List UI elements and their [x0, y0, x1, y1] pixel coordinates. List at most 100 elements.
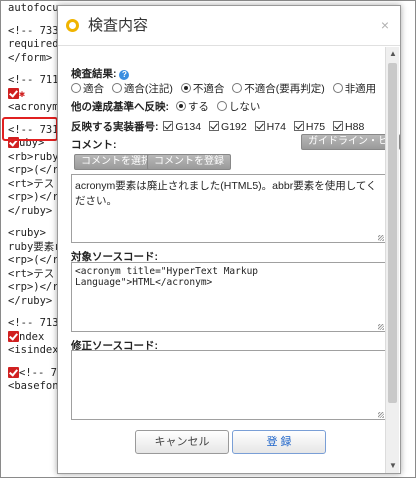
source-line: [8, 308, 62, 317]
close-icon[interactable]: ×: [378, 18, 392, 32]
source-line: <!-- 7331[: [8, 24, 62, 37]
checkbox-label: H88: [345, 121, 365, 133]
radio-label: 非適用: [344, 83, 377, 95]
source-code-textarea[interactable]: <acronym title="HyperText Markup Languag…: [71, 262, 386, 332]
radio-label: する: [187, 101, 209, 113]
checkbox-label: G134: [175, 121, 202, 133]
source-view-background: autofocus <!-- 7331[ required属 </form> <…: [2, 2, 62, 476]
checkbox-g134[interactable]: G134: [163, 121, 201, 133]
issue-marker-row: ndex: [8, 330, 62, 345]
result-radio-group: 適合 適合(注記) 不適合 不適合(要再判定) 非適用: [71, 81, 381, 96]
comment-label-row: コメント:: [71, 137, 117, 152]
resize-grip-icon[interactable]: [378, 235, 384, 241]
issue-marker-row: ✱: [8, 87, 62, 102]
selected-source-highlight: [2, 117, 58, 141]
help-icon[interactable]: ?: [119, 70, 130, 80]
source-line: ruby要素rt: [8, 240, 62, 253]
radio-button[interactable]: [111, 83, 122, 93]
radio-button-selected[interactable]: [175, 101, 186, 111]
scroll-down-icon[interactable]: ▼: [386, 459, 400, 473]
checkbox-h75[interactable]: H75: [293, 121, 326, 133]
source-line: [8, 218, 62, 227]
submit-button[interactable]: 登 録: [232, 430, 326, 454]
cancel-button[interactable]: キャンセル: [135, 430, 229, 454]
source-line: </ruby>: [8, 294, 53, 307]
comment-textarea[interactable]: acronym要素は廃止されました(HTML5)。abbr要素を使用してください…: [71, 174, 386, 243]
register-comment-button[interactable]: コメントを登録: [147, 154, 231, 170]
source-code-text: <acronym title="HyperText Markup Languag…: [75, 266, 259, 288]
result-label-row: 検査結果: ?: [71, 66, 130, 81]
source-line: [8, 16, 62, 25]
source-line: <rp>(</rp: [8, 254, 62, 266]
checkbox-label: G192: [221, 121, 247, 133]
radio-option-yes[interactable]: する: [175, 101, 209, 113]
radio-button[interactable]: [232, 83, 243, 93]
source-line: autofocus: [8, 2, 62, 14]
issue-star-icon: ✱: [19, 88, 26, 100]
radio-button[interactable]: [332, 83, 343, 93]
source-line: <!-- 7111 H: [8, 74, 62, 86]
scroll-up-icon[interactable]: ▲: [386, 47, 400, 61]
radio-option-not-applicable[interactable]: 非適用: [332, 83, 377, 95]
propagate-label: 他の達成基準へ反映:: [71, 101, 169, 113]
dialog-title: 検査内容: [88, 17, 149, 34]
source-line: <!-- 7131[: [8, 317, 62, 329]
fixed-code-textarea[interactable]: [71, 350, 386, 420]
result-label: 検査結果:: [71, 68, 117, 80]
source-line: <!-- 7131[: [19, 366, 62, 379]
comment-label: コメント:: [71, 139, 117, 151]
dialog-scrollbar[interactable]: ▲ ▼: [385, 47, 399, 473]
circle-icon: [66, 19, 79, 32]
source-line: [8, 358, 62, 367]
radio-option-conform[interactable]: 適合: [71, 83, 104, 95]
radio-option-nonconform-recheck[interactable]: 不適合(要再判定): [232, 83, 325, 95]
radio-button-selected[interactable]: [180, 83, 191, 93]
source-line: [8, 65, 62, 74]
checkbox-checked[interactable]: [293, 121, 304, 131]
impl-row: 反映する実装番号: G134 G192 H74 H75 H88: [71, 119, 369, 134]
source-line: <rb>ruby要: [8, 150, 62, 163]
checkbox-label: H74: [266, 121, 286, 133]
checkbox-label: H75: [305, 121, 326, 133]
source-line: <isindex b: [8, 344, 62, 356]
source-line-highlighted: <acronym: [8, 101, 59, 113]
source-line: <ruby>: [8, 227, 46, 239]
radio-option-no[interactable]: しない: [216, 101, 261, 113]
radio-label: 不適合: [192, 83, 225, 95]
comment-text: acronym要素は廃止されました(HTML5)。abbr要素を使用してください…: [75, 180, 377, 207]
radio-label: 適合: [83, 83, 104, 95]
scroll-thumb[interactable]: [388, 63, 397, 403]
checkbox-checked[interactable]: [254, 121, 265, 131]
radio-label: 不適合(要再判定): [244, 83, 325, 95]
checkbox-g192[interactable]: G192: [209, 121, 247, 133]
checkbox-checked[interactable]: [209, 121, 220, 131]
issue-marker-row: <!-- 7131[: [8, 366, 62, 381]
issue-check-icon[interactable]: [8, 366, 19, 378]
resize-grip-icon[interactable]: [378, 324, 384, 330]
impl-label: 反映する実装番号:: [71, 121, 159, 133]
issue-check-icon[interactable]: [8, 330, 19, 342]
inspection-dialog: 検査内容 × 検査結果: ? 適合 適合(注記) 不適合 不適合(要再判定) 非…: [57, 5, 401, 474]
source-line: <rt>テスト<: [8, 177, 62, 190]
radio-option-nonconform[interactable]: 不適合: [180, 83, 225, 95]
radio-label: 適合(注記): [123, 83, 173, 95]
source-line: <basefont size="" border="0">: [8, 380, 62, 392]
issue-check-icon[interactable]: [8, 87, 19, 99]
checkbox-h88[interactable]: H88: [333, 121, 364, 133]
radio-option-conform-note[interactable]: 適合(注記): [111, 83, 173, 95]
source-line: required属: [8, 38, 62, 50]
source-line: ndex: [19, 330, 45, 343]
radio-label: しない: [228, 101, 261, 113]
source-line: <rp>)</rp: [8, 281, 62, 293]
source-line: <rp>(</rp: [8, 164, 62, 176]
checkbox-checked[interactable]: [333, 121, 344, 131]
propagate-row: 他の達成基準へ反映: する しない: [71, 99, 265, 114]
checkbox-checked[interactable]: [163, 121, 174, 131]
select-comment-button[interactable]: コメントを選択: [74, 154, 158, 170]
radio-button[interactable]: [216, 101, 227, 111]
source-line: </ruby>: [8, 204, 53, 217]
source-line: <rp>)</rp: [8, 191, 62, 203]
resize-grip-icon[interactable]: [378, 412, 384, 418]
radio-button[interactable]: [71, 83, 81, 93]
checkbox-h74[interactable]: H74: [254, 121, 286, 133]
